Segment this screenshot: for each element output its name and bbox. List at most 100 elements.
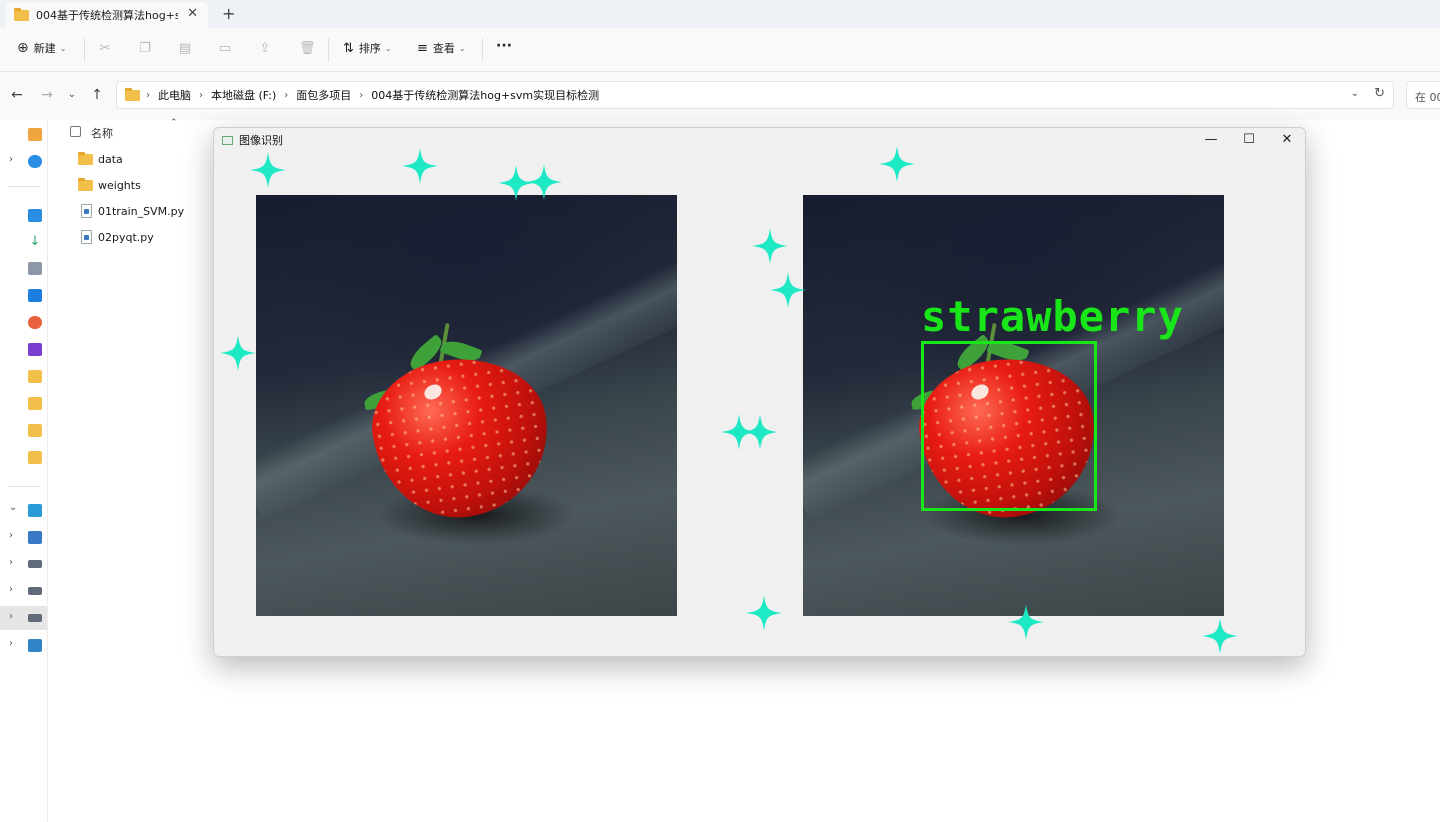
- divider: [482, 38, 483, 62]
- file-name: weights: [98, 178, 141, 192]
- sparkle-icon: [526, 164, 562, 200]
- tab-bar: 004基于传统检测算法hog+svr ✕ +: [0, 0, 1440, 28]
- list-item[interactable]: weights: [78, 174, 141, 196]
- view-button[interactable]: ≡ 查看 ⌄: [417, 40, 466, 56]
- chevron-down-icon: ⌄: [458, 43, 466, 53]
- address-dropdown-icon[interactable]: ⌄: [1351, 88, 1359, 99]
- close-window-button[interactable]: ✕: [1278, 131, 1296, 149]
- chevron-down-icon: ⌄: [59, 43, 67, 53]
- desktop-icon[interactable]: [28, 209, 42, 222]
- list-item[interactable]: 01train_SVM.py: [78, 200, 184, 222]
- list-item[interactable]: 02pyqt.py: [78, 226, 154, 248]
- videos-icon[interactable]: [28, 343, 42, 356]
- sparkle-icon: [402, 148, 438, 184]
- paste-icon[interactable]: ▤: [177, 41, 193, 57]
- home-icon[interactable]: [28, 128, 42, 141]
- chevron-right-icon[interactable]: ›: [9, 638, 13, 649]
- chevron-right-icon[interactable]: ›: [9, 557, 13, 568]
- search-input[interactable]: 在 004: [1406, 81, 1440, 109]
- sparkle-icon: [770, 272, 806, 308]
- close-tab-icon[interactable]: ✕: [187, 6, 198, 21]
- folder-icon: [78, 177, 93, 191]
- folder-icon[interactable]: [28, 397, 42, 410]
- up-arrow-icon[interactable]: ↑: [88, 87, 106, 103]
- chevron-down-icon: ⌄: [384, 43, 392, 53]
- folder-icon[interactable]: [28, 424, 42, 437]
- cut-icon[interactable]: ✂: [97, 41, 113, 57]
- folder-icon[interactable]: [28, 370, 42, 383]
- chevron-down-icon[interactable]: ⌄: [9, 502, 17, 513]
- chevron-right-icon: ›: [284, 89, 289, 101]
- image-recognition-window: 图像识别 — ☐ ✕ strawberry: [213, 127, 1306, 657]
- drive-icon[interactable]: [28, 587, 42, 595]
- select-all-checkbox[interactable]: [70, 126, 81, 137]
- command-bar: ⊕ 新建 ⌄ ✂ ❐ ▤ ▭ ⇪ 🗑 ⇅ 排序 ⌄ ≡ 查看 ⌄ ···: [0, 28, 1440, 72]
- sparkle-icon: [752, 228, 788, 264]
- new-tab-button[interactable]: +: [222, 4, 235, 23]
- sparkle-icon: [1202, 618, 1238, 654]
- drive-icon[interactable]: [28, 614, 42, 622]
- sparkle-icon: [250, 152, 286, 188]
- view-icon: ≡: [417, 40, 428, 56]
- window-title: 图像识别: [239, 134, 283, 147]
- minimize-button[interactable]: —: [1202, 131, 1220, 149]
- sparkle-icon: [742, 414, 778, 450]
- forward-arrow-icon[interactable]: →: [38, 87, 56, 103]
- more-options-button[interactable]: ···: [496, 38, 512, 54]
- sort-icon: ⇅: [343, 40, 354, 56]
- pictures-icon[interactable]: [28, 289, 42, 302]
- address-bar[interactable]: › 此电脑 › 本地磁盘 (F:) › 面包多项目 › 004基于传统检测算法h…: [116, 81, 1394, 109]
- sparkle-icon: [879, 146, 915, 182]
- rename-icon[interactable]: ▭: [217, 41, 233, 57]
- new-button[interactable]: ⊕ 新建 ⌄: [17, 40, 66, 56]
- python-file-icon: [81, 230, 92, 244]
- folder-icon[interactable]: [28, 451, 42, 464]
- app-icon: [222, 135, 233, 145]
- delete-icon[interactable]: 🗑: [299, 41, 316, 57]
- network-icon[interactable]: [28, 639, 42, 652]
- chevron-right-icon[interactable]: ›: [9, 584, 13, 595]
- tab-explorer[interactable]: 004基于传统检测算法hog+svr ✕: [6, 2, 208, 28]
- window-titlebar[interactable]: 图像识别: [214, 128, 1305, 152]
- share-icon[interactable]: ⇪: [257, 41, 273, 57]
- folder-icon: [125, 87, 140, 101]
- documents-icon[interactable]: [28, 262, 42, 275]
- detection-bounding-box: [921, 341, 1097, 511]
- new-label: 新建: [33, 42, 56, 55]
- folder-icon: [14, 7, 29, 21]
- music-icon[interactable]: [28, 316, 42, 329]
- network-drive-icon[interactable]: [28, 531, 42, 544]
- file-name: data: [98, 152, 123, 166]
- navigation-pane: › ↓ ⌄ › › › › ›: [0, 120, 48, 822]
- chevron-right-icon[interactable]: ›: [9, 530, 13, 541]
- column-header-name[interactable]: 名称: [91, 125, 113, 141]
- chevron-right-icon: ›: [199, 89, 203, 101]
- breadcrumb-drive[interactable]: 本地磁盘 (F:): [211, 87, 276, 103]
- sort-label: 排序: [358, 42, 381, 55]
- maximize-button[interactable]: ☐: [1240, 131, 1258, 149]
- chevron-right-icon[interactable]: ›: [9, 611, 13, 622]
- divider: [8, 186, 40, 187]
- sparkle-icon: [746, 595, 782, 631]
- this-pc-icon[interactable]: [28, 504, 42, 517]
- downloads-icon[interactable]: ↓: [28, 235, 42, 248]
- input-image: [256, 195, 677, 616]
- copy-icon[interactable]: ❐: [137, 41, 153, 57]
- sort-button[interactable]: ⇅ 排序 ⌄: [343, 40, 392, 56]
- drive-icon[interactable]: [28, 560, 42, 568]
- file-name: 01train_SVM.py: [98, 204, 185, 218]
- chevron-right-icon[interactable]: ›: [9, 154, 13, 165]
- sort-chevron-up-icon: ⌃: [170, 118, 178, 128]
- view-label: 查看: [432, 42, 455, 55]
- list-item[interactable]: data: [78, 148, 123, 170]
- breadcrumb-current-folder[interactable]: 004基于传统检测算法hog+svm实现目标检测: [371, 87, 599, 103]
- folder-icon: [78, 151, 93, 165]
- refresh-icon[interactable]: ↻: [1374, 86, 1385, 101]
- onedrive-icon[interactable]: [28, 155, 42, 168]
- back-arrow-icon[interactable]: ←: [8, 87, 26, 103]
- tab-title: 004基于传统检测算法hog+svr: [36, 9, 178, 22]
- breadcrumb-this-pc[interactable]: 此电脑: [158, 87, 191, 103]
- recent-chevron-icon[interactable]: ⌄: [63, 89, 81, 100]
- sparkle-icon: [1008, 604, 1044, 640]
- breadcrumb-projects[interactable]: 面包多项目: [296, 87, 351, 103]
